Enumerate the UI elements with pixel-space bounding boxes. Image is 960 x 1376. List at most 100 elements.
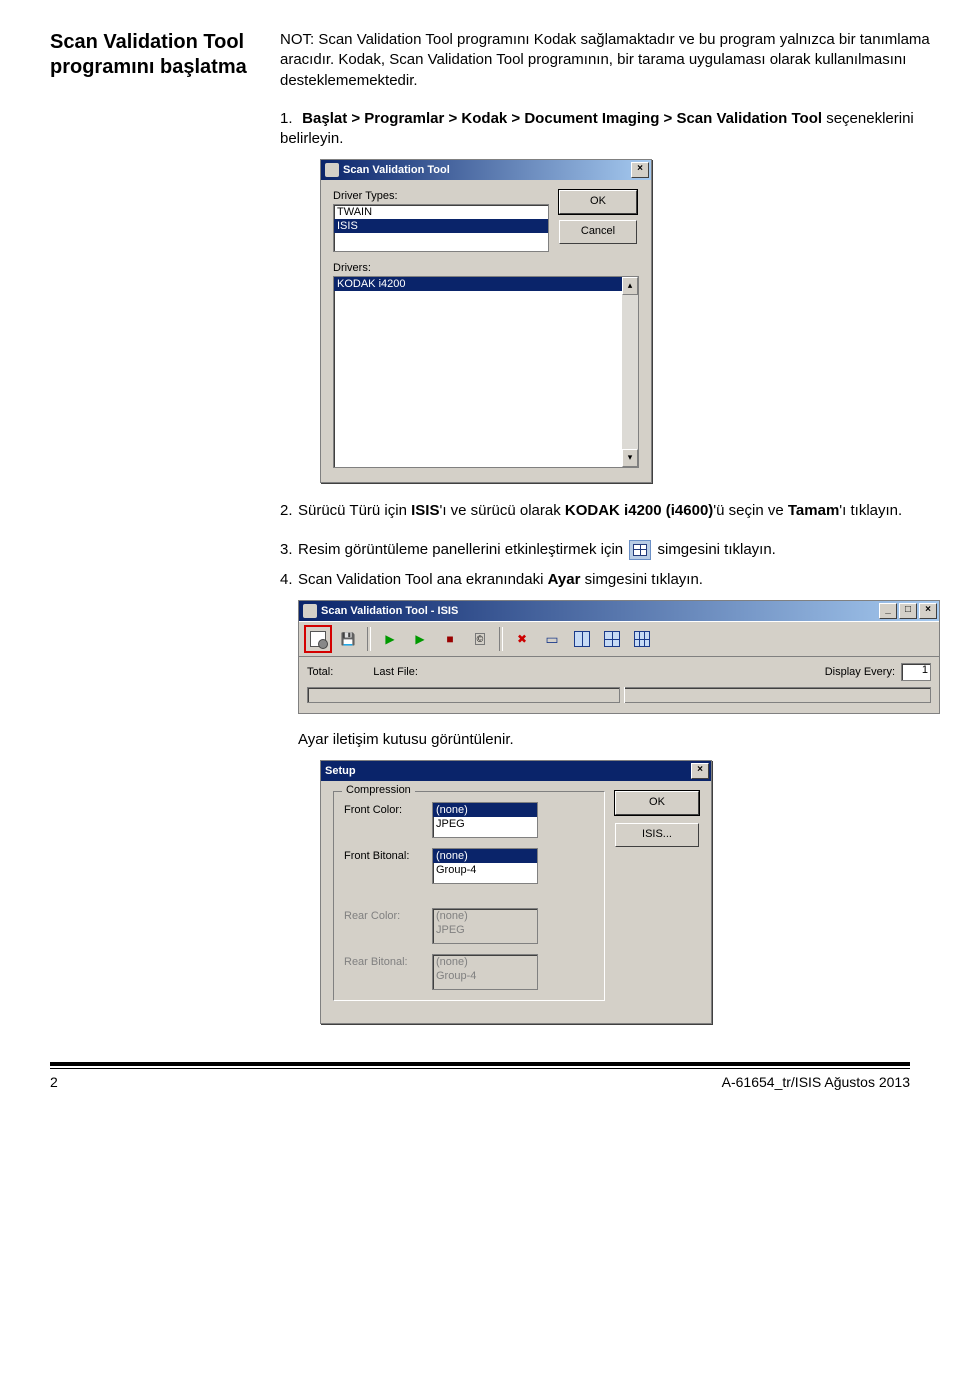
drivers-list[interactable]: KODAK i4200 ▴ ▾ bbox=[333, 276, 639, 468]
step-4-number: 4. bbox=[280, 570, 298, 590]
isis-button[interactable]: ISIS... bbox=[615, 823, 699, 847]
rear-color-label: Rear Color: bbox=[344, 908, 424, 922]
view-single-button[interactable]: ▭ bbox=[539, 626, 565, 652]
rear-color-list: (none) JPEG bbox=[432, 908, 538, 944]
step-4: 4.Scan Validation Tool ana ekranındaki A… bbox=[280, 570, 940, 590]
step-4-t1: Scan Validation Tool ana ekranındaki bbox=[298, 571, 548, 588]
app-icon bbox=[303, 604, 317, 618]
rear-bitonal-label: Rear Bitonal: bbox=[344, 954, 424, 968]
step-1-number: 1. bbox=[280, 109, 298, 129]
grid-2-icon bbox=[574, 631, 590, 647]
list-item: Group-4 bbox=[433, 969, 537, 983]
minimize-icon[interactable]: _ bbox=[879, 603, 897, 619]
display-every-input[interactable]: 1 bbox=[901, 663, 931, 681]
step-2-t1: Sürücü Türü için bbox=[298, 502, 411, 519]
settings-icon bbox=[310, 631, 326, 647]
driver-item-selected[interactable]: KODAK i4200 bbox=[334, 277, 622, 291]
app-icon bbox=[325, 163, 339, 177]
play-icon: ▶ bbox=[415, 632, 424, 646]
lastfile-label: Last File: bbox=[373, 666, 418, 678]
toolbar-separator bbox=[367, 627, 371, 651]
list-item[interactable]: Group-4 bbox=[433, 863, 537, 877]
stop-button[interactable]: ■ bbox=[437, 626, 463, 652]
step-2-number: 2. bbox=[280, 501, 298, 521]
grid-6-icon bbox=[634, 631, 650, 647]
play-button[interactable]: ▶ bbox=[377, 626, 403, 652]
svt-dialog: Scan Validation Tool × Driver Types: TWA… bbox=[320, 159, 652, 483]
svt-title: Scan Validation Tool bbox=[343, 164, 450, 176]
save-icon: 💾 bbox=[341, 632, 356, 646]
note-paragraph: NOT: Scan Validation Tool programını Kod… bbox=[280, 30, 940, 91]
delete-button[interactable]: ✖ bbox=[509, 626, 535, 652]
step-1-bold: Başlat > Programlar > Kodak > Document I… bbox=[302, 110, 822, 127]
list-item: (none) bbox=[433, 955, 537, 969]
list-item: JPEG bbox=[433, 923, 537, 937]
close-icon[interactable]: × bbox=[919, 603, 937, 619]
cancel-button[interactable]: Cancel bbox=[559, 220, 637, 244]
result-paragraph: Ayar iletişim kutusu görüntülenir. bbox=[298, 730, 940, 750]
compression-fieldset: Compression Front Color: (none) JPEG bbox=[333, 791, 605, 1001]
license-icon: © bbox=[475, 633, 486, 645]
scroll-down-icon[interactable]: ▾ bbox=[622, 449, 638, 467]
rear-bitonal-list: (none) Group-4 bbox=[432, 954, 538, 990]
x-icon: ✖ bbox=[517, 632, 527, 646]
setup-title: Setup bbox=[325, 765, 356, 777]
ok-button[interactable]: OK bbox=[559, 190, 637, 214]
play-alt-button[interactable]: ▶ bbox=[407, 626, 433, 652]
section-heading: Scan Validation Tool programını başlatma bbox=[50, 30, 260, 80]
list-item-selected[interactable]: (none) bbox=[433, 849, 537, 863]
step-4-b1: Ayar bbox=[548, 571, 581, 588]
list-item: (none) bbox=[433, 909, 537, 923]
list-item-selected[interactable]: (none) bbox=[433, 803, 537, 817]
display-every-label: Display Every: bbox=[825, 666, 895, 678]
step-1: 1. Başlat > Programlar > Kodak > Documen… bbox=[280, 109, 940, 150]
toolbar-separator bbox=[499, 627, 503, 651]
compression-legend: Compression bbox=[342, 784, 415, 796]
view-split-button[interactable] bbox=[569, 626, 595, 652]
toolbar-row: 💾 ▶ ▶ ■ © ✖ ▭ bbox=[299, 621, 939, 657]
driver-type-item-selected[interactable]: ISIS bbox=[334, 219, 548, 233]
footer-rule bbox=[50, 1062, 910, 1066]
close-icon[interactable]: × bbox=[631, 162, 649, 178]
drivers-label: Drivers: bbox=[333, 262, 639, 274]
ok-button[interactable]: OK bbox=[615, 791, 699, 815]
stop-icon: ■ bbox=[446, 632, 453, 646]
driver-type-item[interactable]: TWAIN bbox=[334, 205, 548, 219]
list-item[interactable]: JPEG bbox=[433, 817, 537, 831]
step-2-t3: 'ü seçin ve bbox=[713, 502, 788, 519]
settings-button[interactable] bbox=[305, 626, 331, 652]
doc-id: A-61654_tr/ISIS Ağustos 2013 bbox=[722, 1074, 910, 1090]
step-2-t2: 'ı ve sürücü olarak bbox=[439, 502, 564, 519]
setup-titlebar: Setup × bbox=[321, 761, 711, 781]
play-icon: ▶ bbox=[385, 632, 394, 646]
front-color-label: Front Color: bbox=[344, 802, 424, 816]
scroll-up-icon[interactable]: ▴ bbox=[622, 277, 638, 295]
front-bitonal-label: Front Bitonal: bbox=[344, 848, 424, 862]
front-bitonal-list[interactable]: (none) Group-4 bbox=[432, 848, 538, 884]
page-number: 2 bbox=[50, 1074, 58, 1090]
step-2-b1: ISIS bbox=[411, 502, 439, 519]
front-color-list[interactable]: (none) JPEG bbox=[432, 802, 538, 838]
driver-types-label: Driver Types: bbox=[333, 190, 549, 202]
rect-icon: ▭ bbox=[545, 631, 558, 648]
svt-main-window: Scan Validation Tool - ISIS _ □ × 💾 bbox=[298, 600, 940, 714]
svt-titlebar: Scan Validation Tool × bbox=[321, 160, 651, 180]
save-button[interactable]: 💾 bbox=[335, 626, 361, 652]
svt-main-title: Scan Validation Tool - ISIS bbox=[321, 605, 458, 617]
step-3-t1: Resim görüntüleme panellerini etkinleşti… bbox=[298, 541, 627, 558]
license-button[interactable]: © bbox=[467, 626, 493, 652]
step-3-t2: simgesini tıklayın. bbox=[653, 541, 776, 558]
step-3: 3.Resim görüntüleme panellerini etkinleş… bbox=[280, 540, 940, 560]
maximize-icon[interactable]: □ bbox=[899, 603, 917, 619]
setup-dialog: Setup × Compression Front Color: bbox=[320, 760, 712, 1024]
step-2-b2: KODAK i4200 (i4600) bbox=[565, 502, 713, 519]
close-icon[interactable]: × bbox=[691, 763, 709, 779]
drivers-scrollbar[interactable]: ▴ ▾ bbox=[622, 277, 638, 467]
driver-types-list[interactable]: TWAIN ISIS bbox=[333, 204, 549, 252]
view-grid4-button[interactable] bbox=[599, 626, 625, 652]
view-grid6-button[interactable] bbox=[629, 626, 655, 652]
status-row: Total: Last File: Display Every: 1 bbox=[299, 657, 939, 683]
step-2-b3: Tamam bbox=[788, 502, 839, 519]
grid-icon bbox=[629, 540, 651, 560]
step-2-t4: 'ı tıklayın. bbox=[839, 502, 902, 519]
